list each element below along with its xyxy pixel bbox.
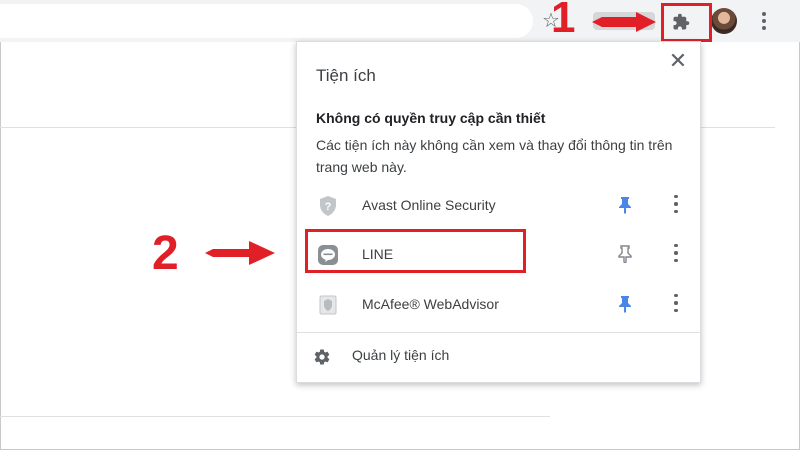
extension-name: McAfee® WebAdvisor [362, 296, 499, 312]
gear-icon [314, 349, 330, 365]
extension-name: Avast Online Security [362, 197, 496, 213]
page-divider [0, 416, 550, 417]
more-options-icon[interactable] [670, 292, 682, 314]
annotation-step-2: 2 [152, 227, 179, 280]
profile-avatar[interactable] [711, 8, 737, 34]
more-options-icon[interactable] [670, 242, 682, 264]
more-options-icon[interactable] [670, 193, 682, 215]
address-bar[interactable] [0, 4, 533, 38]
manage-extensions-label: Quản lý tiện ích [352, 347, 450, 363]
mcafee-icon [317, 294, 339, 316]
manage-extensions-button[interactable]: Quản lý tiện ích [297, 333, 700, 381]
svg-text:?: ? [325, 201, 332, 213]
annotation-arrow-1 [592, 12, 656, 32]
page-divider [0, 127, 296, 128]
pin-icon[interactable] [615, 294, 635, 314]
pin-icon[interactable] [615, 244, 635, 264]
extension-row-mcafee[interactable]: McAfee® WebAdvisor [297, 280, 700, 328]
annotation-box-extensions [661, 3, 712, 42]
three-dot-menu-icon[interactable] [756, 10, 772, 32]
annotation-box-line [305, 229, 526, 273]
section-heading: Không có quyền truy cập cần thiết [316, 110, 546, 126]
page-divider [699, 127, 775, 128]
pin-icon[interactable] [615, 195, 635, 215]
annotation-arrow-2 [205, 241, 275, 265]
popup-title: Tiện ích [316, 66, 376, 85]
shield-icon: ? [317, 195, 339, 217]
extension-row-avast[interactable]: ? Avast Online Security [297, 181, 700, 229]
annotation-step-1: 1 [551, 0, 576, 42]
close-icon[interactable]: ✕ [667, 50, 689, 72]
section-description: Các tiện ích này không cần xem và thay đ… [316, 137, 673, 175]
extensions-popup: Tiện ích ✕ Không có quyền truy cập cần t… [296, 41, 701, 383]
